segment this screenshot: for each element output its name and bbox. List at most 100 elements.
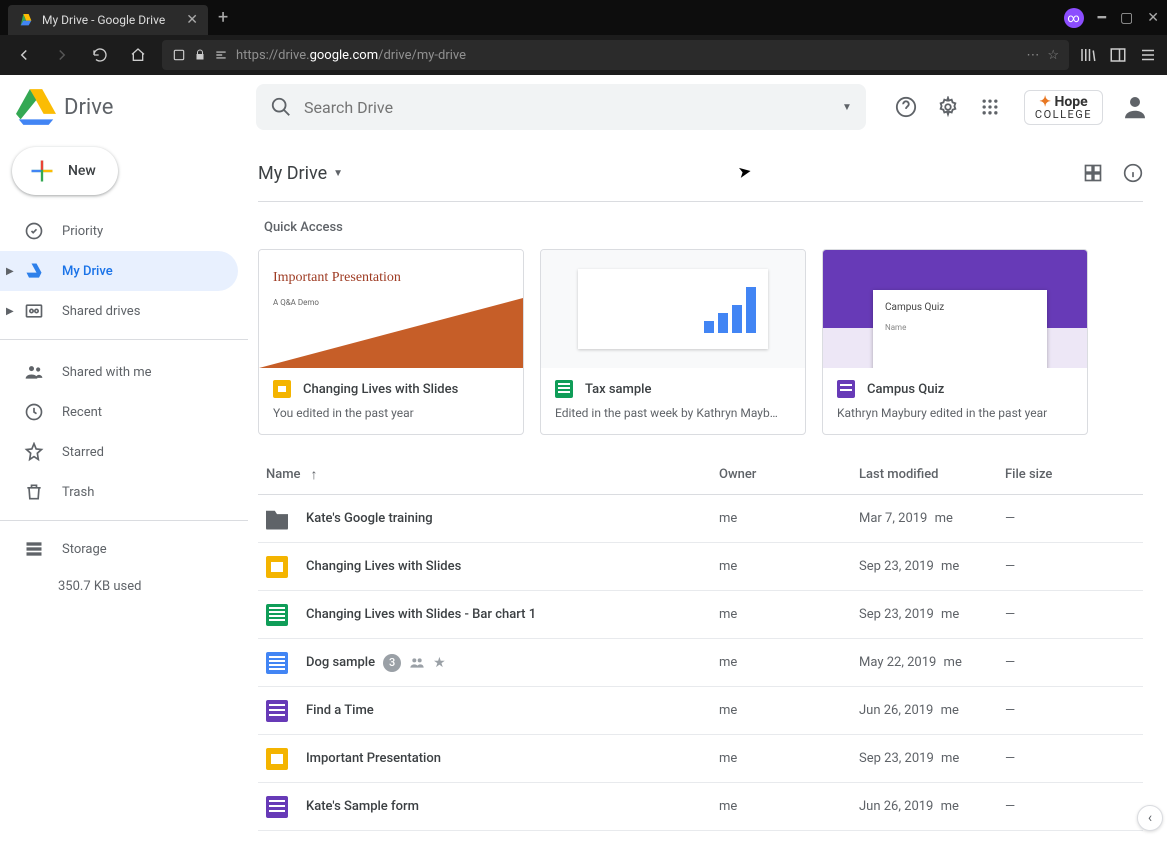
window-close-icon[interactable]: ✕ (1147, 10, 1159, 26)
quick-access-card[interactable]: Tax sampleEdited in the past week by Kat… (540, 249, 806, 435)
file-modified: Sep 23, 2019 me (859, 607, 1005, 622)
tab-close-icon[interactable]: ✕ (186, 12, 198, 28)
side-panel-toggle[interactable]: ‹ (1137, 805, 1163, 831)
star-icon: ★ (433, 655, 446, 671)
window-minimize-icon[interactable]: ━ (1098, 10, 1106, 26)
reload-button[interactable] (86, 41, 114, 69)
qa-subtitle: Edited in the past week by Kathryn Mayb… (555, 406, 791, 420)
file-size: — (1005, 799, 1135, 814)
column-modified[interactable]: Last modified (859, 467, 1005, 482)
file-modified: Jun 26, 2019 me (859, 799, 1005, 814)
sidebar-item-label: Starred (62, 445, 104, 460)
new-button-label: New (68, 163, 96, 179)
chevron-down-icon: ▼ (333, 168, 343, 179)
app-name: Drive (64, 95, 113, 120)
search-input[interactable] (304, 98, 830, 117)
file-name: Kate's Sample form (306, 799, 719, 814)
bookmark-star-icon[interactable]: ☆ (1047, 48, 1059, 63)
sidebar-item-label: Shared with me (62, 365, 152, 380)
file-row[interactable]: Changing Lives with Slides meSep 23, 201… (258, 543, 1143, 591)
sidebar-item-starred[interactable]: Starred (0, 432, 238, 472)
help-icon[interactable] (894, 95, 918, 119)
new-button[interactable]: New (12, 147, 118, 195)
storage-icon (24, 539, 44, 559)
shared-icon (24, 362, 44, 382)
sort-asc-icon[interactable]: ↑ (311, 466, 318, 483)
home-button[interactable] (124, 41, 152, 69)
sidebar-item-recent[interactable]: Recent (0, 392, 238, 432)
column-name[interactable]: Name (266, 467, 301, 482)
sidebar-item-shareddrives[interactable]: ▶Shared drives (0, 291, 238, 331)
file-owner: me (719, 799, 859, 814)
sidebar-item-label: Recent (62, 405, 102, 420)
file-modified: Jun 26, 2019 me (859, 703, 1005, 718)
breadcrumb[interactable]: My Drive ▼ (258, 163, 343, 184)
sidebar-item-priority[interactable]: Priority (0, 211, 238, 251)
sidebar-toggle-icon[interactable] (1109, 46, 1127, 64)
sidebar-item-mydrive[interactable]: ▶ My Drive (0, 251, 238, 291)
mydrive-icon (24, 261, 44, 281)
search-options-icon[interactable]: ▼ (842, 102, 852, 113)
file-row[interactable]: Dog sample 3★meMay 22, 2019 me— (258, 639, 1143, 687)
file-size: — (1005, 703, 1135, 718)
file-row[interactable]: Kate's Google training meMar 7, 2019 me— (258, 495, 1143, 543)
qa-subtitle: Kathryn Maybury edited in the past year (837, 406, 1073, 420)
org-logo: ✦ Hope COLLEGE (1024, 90, 1103, 125)
sidebar-item-trash[interactable]: Trash (0, 472, 238, 512)
file-owner: me (719, 751, 859, 766)
apps-grid-icon[interactable] (978, 95, 1002, 119)
forward-button[interactable] (48, 41, 76, 69)
sidebar-divider (0, 339, 248, 340)
browser-tab-strip: My Drive - Google Drive ✕ + ∞ ━ ▢ ✕ (0, 0, 1167, 35)
quick-access-heading: Quick Access (258, 202, 1143, 249)
sidebar: New Priority ▶ My Drive ▶Shared drives Shar… (0, 139, 248, 849)
grid-view-icon[interactable] (1083, 163, 1103, 183)
library-icon[interactable] (1079, 46, 1097, 64)
info-icon[interactable] (1123, 163, 1143, 183)
search-box[interactable]: ▼ (256, 84, 866, 130)
slides-icon (266, 556, 288, 578)
sidebar-item-storage[interactable]: Storage (0, 529, 238, 569)
recent-icon (24, 402, 44, 422)
gear-icon[interactable] (936, 95, 960, 119)
app-header: Drive ▼ ✦ Hope COLLEGE (0, 75, 1167, 139)
sidebar-item-label: Storage (62, 542, 107, 557)
column-size[interactable]: File size (1005, 467, 1135, 482)
breadcrumb-label: My Drive (258, 163, 327, 184)
plus-icon (28, 157, 56, 185)
quick-access-card[interactable]: Campus QuizNameCampus QuizKathryn Maybur… (822, 249, 1088, 435)
forms-icon (266, 700, 288, 722)
column-owner[interactable]: Owner (719, 467, 859, 482)
file-name: Find a Time (306, 703, 719, 718)
new-tab-button[interactable]: + (218, 7, 228, 28)
back-button[interactable] (10, 41, 38, 69)
folder-icon (266, 508, 288, 530)
file-name: Dog sample 3★ (306, 654, 719, 672)
file-row[interactable]: Important Presentation meSep 23, 2019 me… (258, 735, 1143, 783)
url-more-icon[interactable]: ⋯ (1026, 48, 1039, 63)
browser-tab[interactable]: My Drive - Google Drive ✕ (8, 5, 208, 35)
tab-title: My Drive - Google Drive (42, 13, 178, 27)
forms-icon (266, 796, 288, 818)
priority-icon (24, 221, 44, 241)
url-bar[interactable]: https://drive.google.com/drive/my-drive … (162, 40, 1069, 70)
expand-icon[interactable]: ▶ (6, 306, 14, 317)
file-owner: me (719, 559, 859, 574)
file-owner: me (719, 703, 859, 718)
drive-logo-icon (16, 87, 56, 127)
sidebar-item-label: My Drive (62, 264, 113, 279)
file-size: — (1005, 655, 1135, 670)
window-maximize-icon[interactable]: ▢ (1120, 10, 1133, 26)
shareddrives-icon (24, 301, 44, 321)
file-row[interactable]: Kate's Sample form meJun 26, 2019 me— (258, 783, 1143, 831)
file-name: Kate's Google training (306, 511, 719, 526)
expand-icon[interactable]: ▶ (6, 266, 14, 277)
sheets-icon (266, 604, 288, 626)
sidebar-item-shared[interactable]: Shared with me (0, 352, 238, 392)
quick-access-card[interactable]: Important PresentationA Q&A DemoChanging… (258, 249, 524, 435)
menu-icon[interactable] (1139, 46, 1157, 64)
account-avatar[interactable] (1119, 91, 1151, 123)
file-row[interactable]: Changing Lives with Slides - Bar chart 1… (258, 591, 1143, 639)
incognito-icon: ∞ (1064, 8, 1084, 28)
file-row[interactable]: Find a Time meJun 26, 2019 me— (258, 687, 1143, 735)
